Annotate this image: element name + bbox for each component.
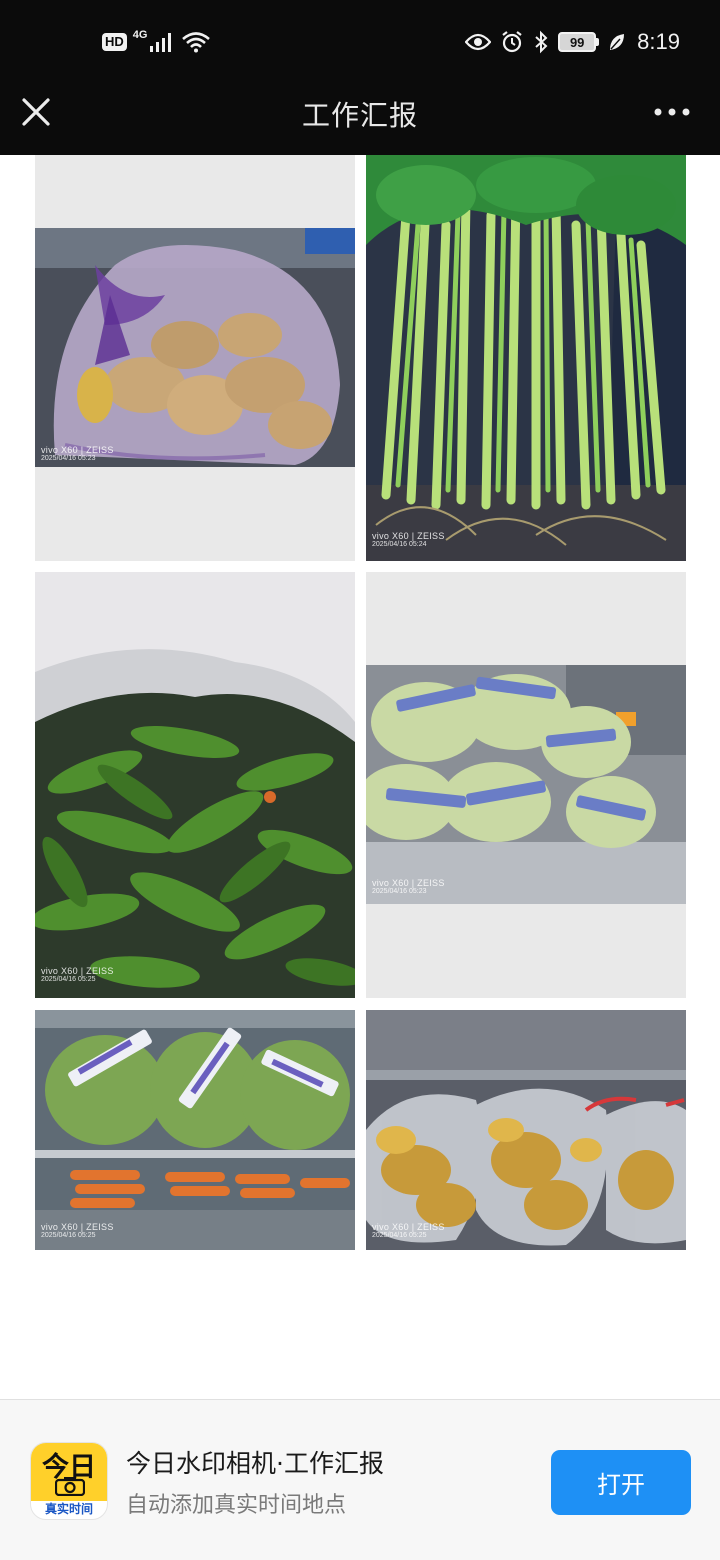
photo-celery[interactable]: vivo X60 | ZEISS 2025/04/16 05:24 (366, 155, 686, 561)
photo-watermark: vivo X60 | ZEISS 2025/04/16 05:25 (41, 966, 114, 984)
clock: 8:19 (637, 29, 680, 54)
open-app-button[interactable]: 打开 (551, 1450, 691, 1515)
photo-ginger[interactable]: vivo X60 | ZEISS 2025/04/16 05:25 (366, 1010, 686, 1250)
leaf-icon (610, 34, 625, 50)
status-right: 99 8:19 (465, 26, 680, 58)
battery-icon: 99 (558, 32, 600, 52)
photo-watermark: vivo X60 | ZEISS 2025/04/16 05:25 (41, 1222, 114, 1240)
banner-title: 今日水印相机·工作汇报 (126, 1449, 384, 1478)
signal-icon (150, 33, 172, 52)
photo-watermark: vivo X60 | ZEISS 2025/04/16 05:23 (41, 445, 114, 463)
wifi-icon (182, 32, 211, 53)
photo-watermark: vivo X60 | ZEISS 2025/04/16 05:24 (372, 531, 445, 549)
photo-green-peppers[interactable]: vivo X60 | ZEISS 2025/04/16 05:25 (35, 572, 355, 998)
status-bar: HD 4G 99 8:19 (0, 0, 720, 82)
network-type-label: 4G (132, 29, 148, 41)
banner-subtitle: 自动添加真实时间地点 (126, 1493, 347, 1518)
top-nav-bar: 工作汇报 (0, 82, 720, 155)
photo-watermark: vivo X60 | ZEISS 2025/04/16 05:23 (372, 878, 445, 896)
app-icon-subtext: 真实时间 (44, 1502, 93, 1516)
eye-icon (465, 33, 492, 51)
photo-potatoes[interactable]: vivo X60 | ZEISS 2025/04/16 05:23 (35, 155, 355, 561)
photo-gallery: vivo X60 | ZEISS 2025/04/16 05:23 vivo X… (0, 155, 720, 1400)
camera-icon (55, 1477, 85, 1496)
photo-greens-carrots[interactable]: vivo X60 | ZEISS 2025/04/16 05:25 (35, 1010, 355, 1250)
status-left: HD 4G (102, 28, 211, 56)
bluetooth-icon (535, 30, 548, 54)
more-icon[interactable] (654, 108, 690, 116)
app-icon[interactable]: 今日 真实时间 (30, 1442, 108, 1520)
hd-icon: HD (102, 33, 127, 51)
photo-packaged-vegetables[interactable]: vivo X60 | ZEISS 2025/04/16 05:23 (366, 572, 686, 998)
alarm-icon (502, 31, 522, 53)
page-title: 工作汇报 (301, 99, 418, 132)
app-promo-banner: 今日 真实时间 今日水印相机·工作汇报 自动添加真实时间地点 打开 (0, 1399, 720, 1560)
battery-level: 99 (569, 34, 585, 50)
photo-watermark: vivo X60 | ZEISS 2025/04/16 05:25 (372, 1222, 445, 1240)
